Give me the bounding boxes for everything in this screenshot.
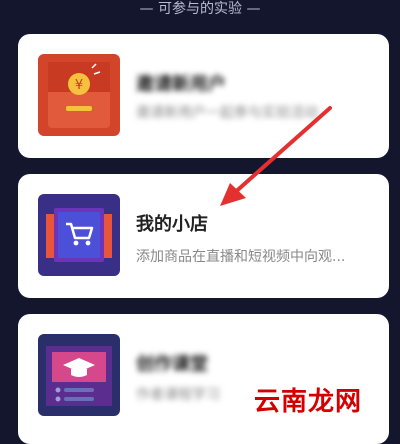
red-envelope-icon: ¥ [38,54,120,136]
experiment-title: 我的小店 [136,214,208,235]
experiment-desc: 添加商品在直播和短视频中向观... [136,249,346,265]
experiment-title: 创作课堂 [136,354,208,375]
experiment-title: 邀请新用户 [136,74,226,95]
experiment-desc: 邀请新用户一起参与实验活动 [136,105,318,121]
graduation-cap-icon [38,334,120,416]
shopping-cart-icon [38,194,120,276]
experiment-card-course[interactable]: 创作课堂 作者课程学习 [18,314,389,444]
section-title: — 可参与的实验 — [139,1,261,17]
experiment-card-my-shop[interactable]: 我的小店 添加商品在直播和短视频中向观... [18,174,389,298]
experiment-card-invite[interactable]: ¥ 邀请新用户 邀请新用户一起参与实验活动 [18,34,389,158]
svg-text:¥: ¥ [75,78,83,93]
watermark-text: 云南龙网 [253,387,362,417]
experiment-desc: 作者课程学习 [136,387,220,403]
